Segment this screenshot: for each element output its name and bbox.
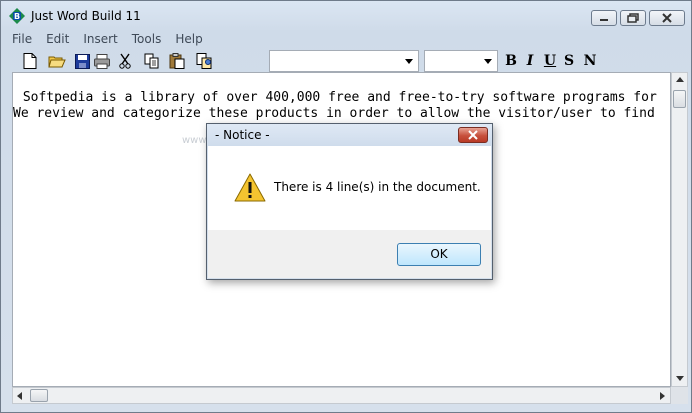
cut-scissors-icon xyxy=(119,53,131,69)
chevron-down-icon xyxy=(484,59,492,64)
title-bar[interactable]: B Just Word Build 11 xyxy=(1,1,691,31)
vertical-scroll-thumb[interactable] xyxy=(673,90,686,108)
dialog-title: - Notice - xyxy=(215,128,270,142)
scrollbar-corner xyxy=(671,387,688,404)
scroll-right-icon[interactable] xyxy=(660,392,665,400)
document-line: We review and categorize these products … xyxy=(13,106,655,121)
scroll-down-icon[interactable] xyxy=(676,376,684,381)
open-folder-icon xyxy=(48,56,66,68)
dialog-close-button[interactable] xyxy=(458,127,488,143)
normal-button[interactable]: N xyxy=(581,52,599,70)
open-button[interactable] xyxy=(46,50,68,72)
close-button[interactable] xyxy=(649,10,685,26)
menu-bar: File Edit Insert Tools Help xyxy=(5,30,210,48)
print-icon xyxy=(94,53,110,69)
menu-edit[interactable]: Edit xyxy=(39,30,76,48)
horizontal-scrollbar[interactable] xyxy=(12,387,671,404)
restore-icon xyxy=(627,13,639,23)
font-name-combo[interactable] xyxy=(269,50,419,72)
find-button[interactable] xyxy=(194,50,216,72)
strike-button[interactable]: S xyxy=(560,52,578,70)
chevron-down-icon xyxy=(405,59,413,64)
dialog-message: There is 4 line(s) in the document. xyxy=(274,180,481,194)
document-line: Softpedia is a library of over 400,000 f… xyxy=(15,90,657,105)
app-icon: B xyxy=(9,8,25,24)
new-button[interactable] xyxy=(19,50,41,72)
cut-button[interactable] xyxy=(114,50,136,72)
close-icon xyxy=(662,13,672,23)
italic-button[interactable]: I xyxy=(521,52,539,70)
scroll-up-icon[interactable] xyxy=(676,77,684,82)
ok-button[interactable]: OK xyxy=(397,243,481,266)
warning-triangle-icon xyxy=(234,173,266,202)
find-replace-icon xyxy=(196,53,212,69)
menu-insert[interactable]: Insert xyxy=(76,30,124,48)
print-button[interactable] xyxy=(91,50,113,72)
new-document-icon xyxy=(23,53,37,69)
restore-button[interactable] xyxy=(620,10,646,26)
save-button[interactable] xyxy=(71,50,93,72)
caption-buttons xyxy=(591,10,685,26)
paste-icon xyxy=(169,53,185,69)
notice-dialog: - Notice - There is 4 line(s) in the doc… xyxy=(206,123,493,280)
underline-button[interactable]: U xyxy=(541,52,559,70)
menu-tools[interactable]: Tools xyxy=(125,30,169,48)
svg-text:B: B xyxy=(14,12,20,21)
menu-help[interactable]: Help xyxy=(168,30,209,48)
vertical-scrollbar[interactable] xyxy=(671,72,688,387)
copy-button[interactable] xyxy=(141,50,163,72)
main-window: B Just Word Build 11 File Edit Insert To… xyxy=(0,0,692,413)
minimize-icon xyxy=(600,19,608,21)
copy-icon xyxy=(144,53,159,69)
toolbar: B I U S N xyxy=(13,50,691,72)
font-size-combo[interactable] xyxy=(424,50,498,72)
minimize-button[interactable] xyxy=(591,10,617,26)
bold-button[interactable]: B xyxy=(502,52,520,70)
menu-file[interactable]: File xyxy=(5,30,39,48)
save-disk-icon xyxy=(74,53,90,69)
paste-button[interactable] xyxy=(166,50,188,72)
horizontal-scroll-thumb[interactable] xyxy=(30,389,48,402)
scroll-left-icon[interactable] xyxy=(17,392,22,400)
window-title: Just Word Build 11 xyxy=(31,9,141,23)
close-icon xyxy=(468,130,478,140)
